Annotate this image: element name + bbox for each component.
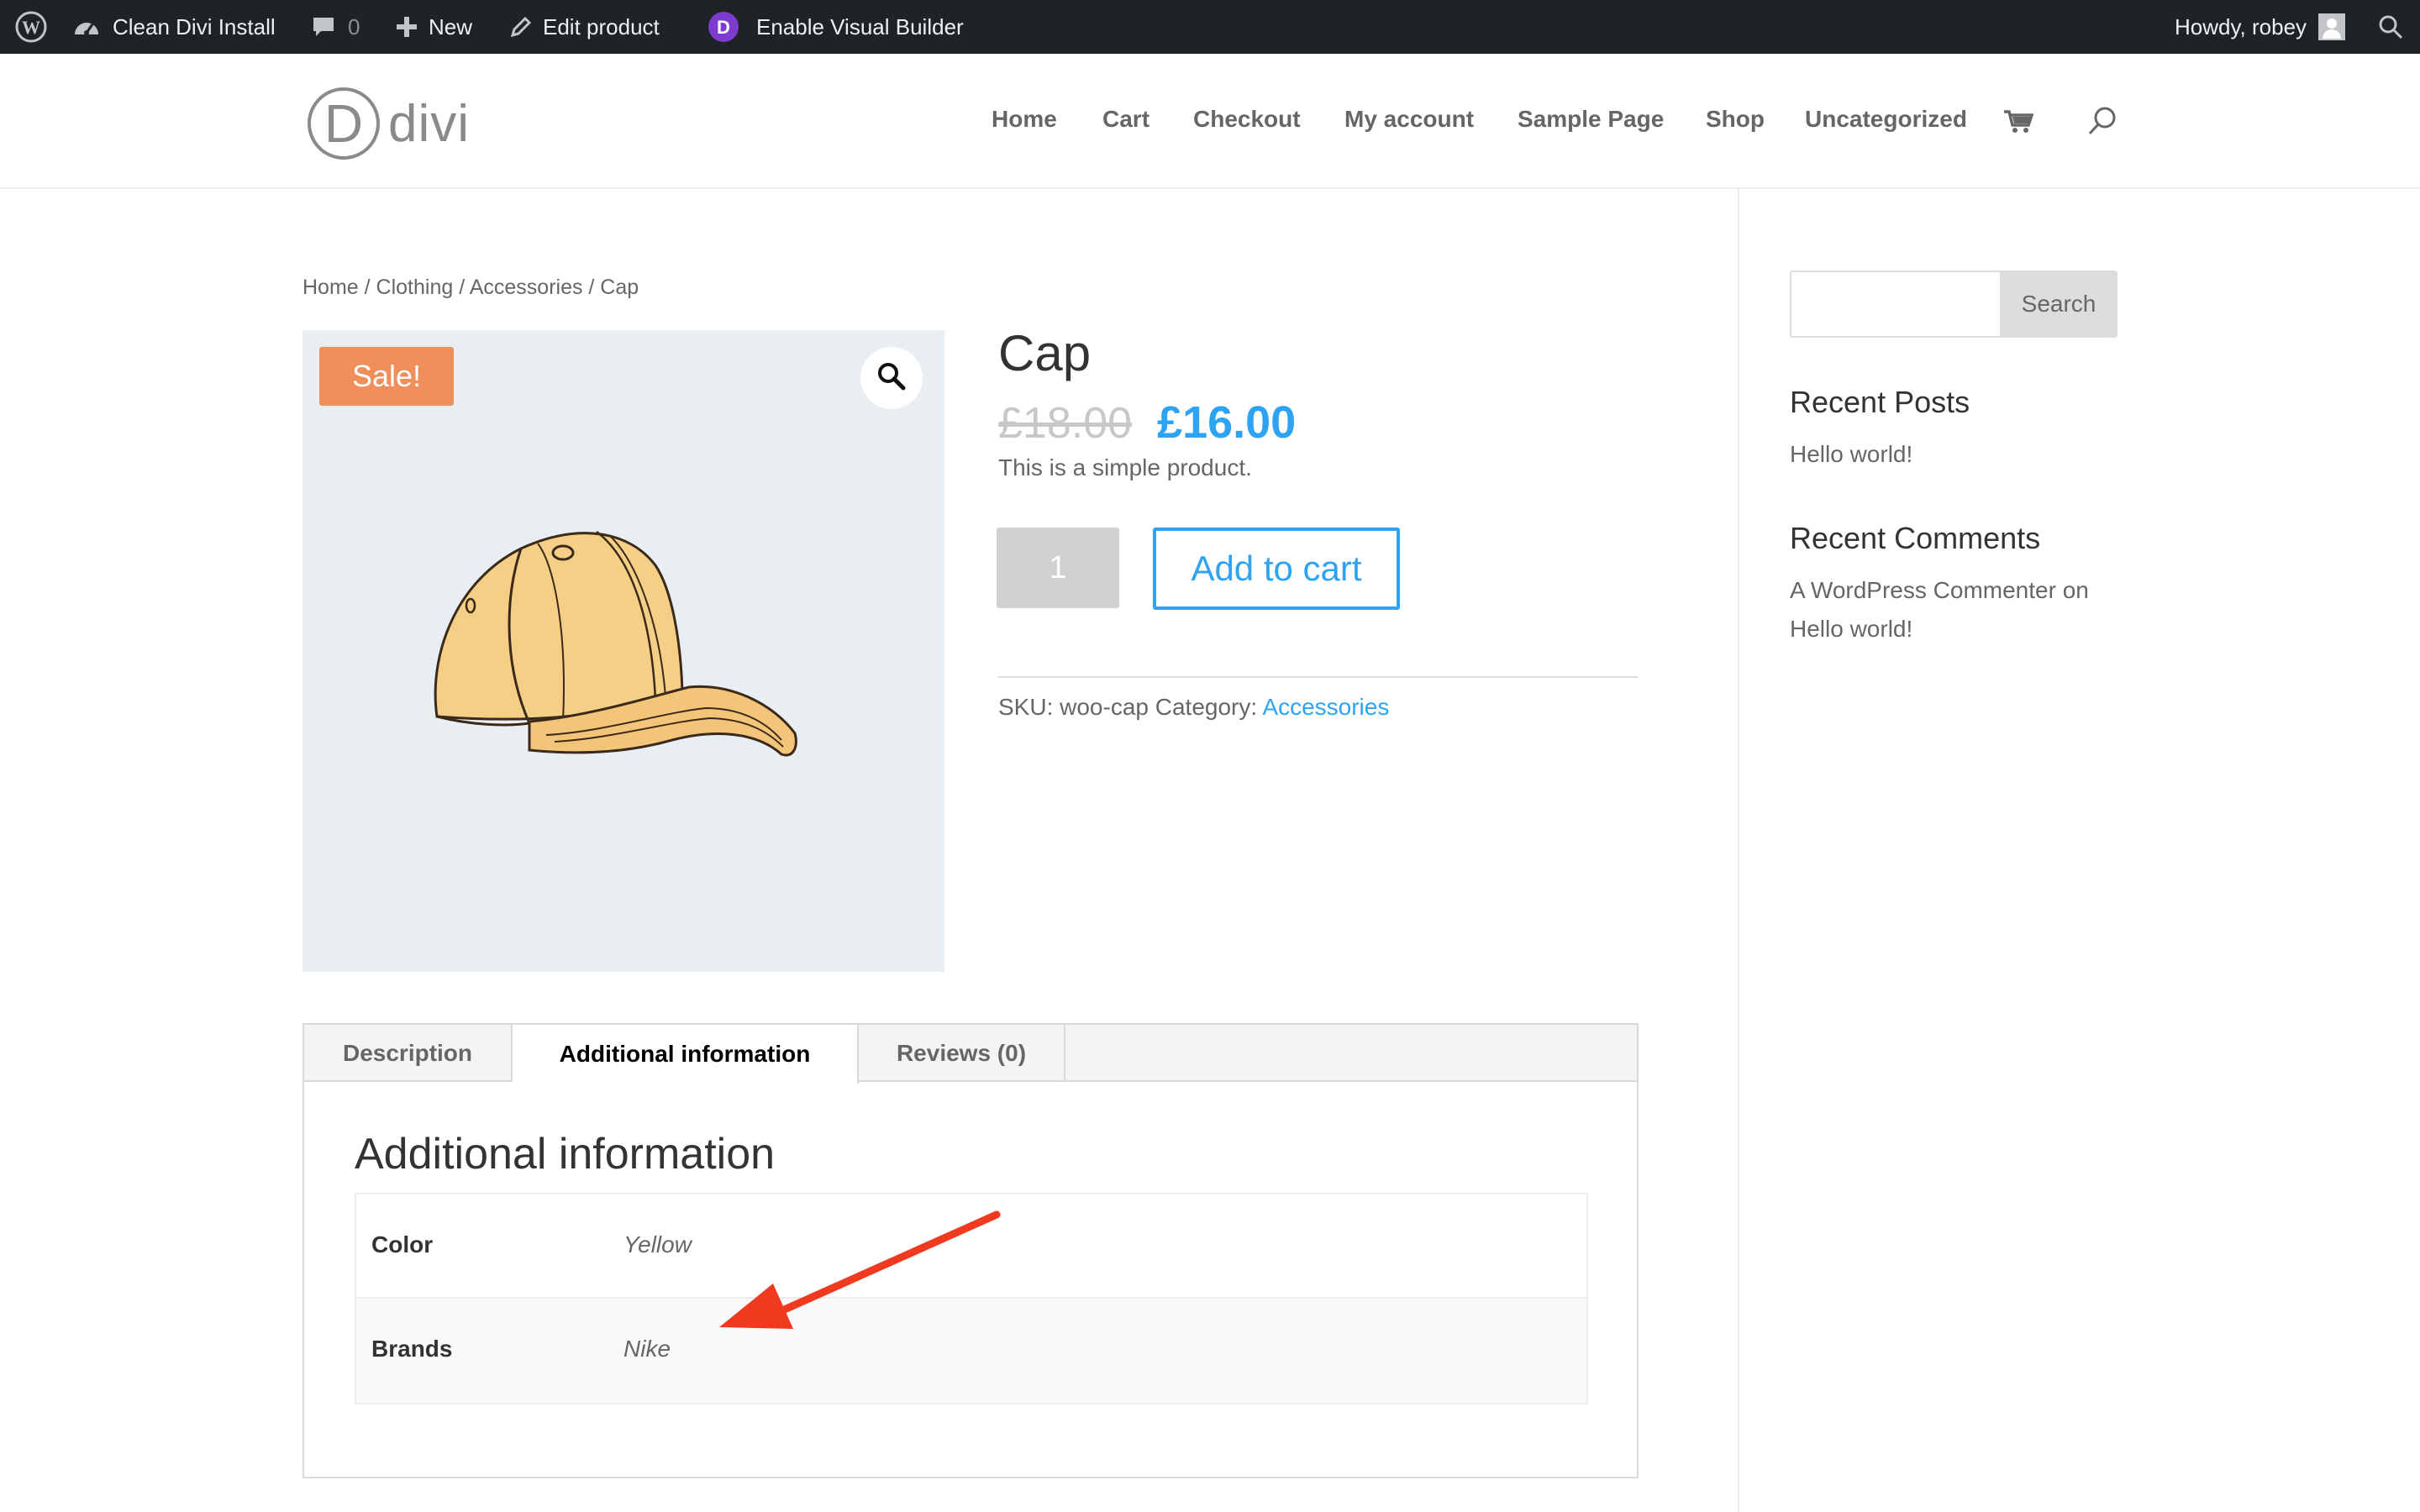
dashboard-icon (72, 14, 101, 39)
sidebar-search-button[interactable]: Search (2000, 270, 2118, 338)
visual-builder-label: Enable Visual Builder (756, 13, 964, 39)
sidebar-divider (1738, 189, 1739, 1512)
magnifier-icon (876, 360, 908, 396)
sidebar-search-input[interactable] (1790, 270, 2002, 338)
plus-icon (395, 15, 418, 39)
quantity-input[interactable]: 1 (997, 528, 1119, 608)
attribute-label: Color (371, 1231, 434, 1257)
svg-text:D: D (717, 17, 730, 38)
annotation-arrow (719, 1210, 1001, 1329)
category-link[interactable]: Accessories (1262, 694, 1389, 720)
category-label: Category: (1155, 694, 1258, 720)
product-image[interactable]: Sale! (302, 330, 944, 972)
tab-additional-information[interactable]: Additional information (513, 1025, 859, 1084)
recent-comment: A WordPress Commenter on (1790, 571, 2089, 610)
nav-checkout[interactable]: Checkout (1193, 104, 1301, 134)
visual-builder-link[interactable]: D Enable Visual Builder (708, 0, 964, 54)
comment-author[interactable]: A WordPress Commenter (1790, 577, 2056, 603)
wordpress-logo-icon[interactable]: W (15, 0, 47, 54)
logo-mark: D (308, 87, 380, 160)
edit-product-label: Edit product (543, 13, 660, 39)
site-name: Clean Divi Install (113, 13, 276, 39)
cart-icon[interactable] (2003, 109, 2034, 139)
sale-badge: Sale! (319, 347, 454, 406)
product-meta: SKU: woo-cap Category: Accessories (998, 694, 1389, 721)
breadcrumb: Home / Clothing / Accessories / Cap (302, 276, 639, 299)
comment-icon (311, 14, 336, 39)
recent-posts-title: Recent Posts (1790, 385, 1970, 419)
svg-text:W: W (22, 17, 40, 38)
comment-on: on (2062, 577, 2089, 603)
attribute-label: Brands (371, 1336, 453, 1362)
avatar (2318, 13, 2346, 40)
howdy-greeting: Howdy, robey (2175, 13, 2307, 39)
comment-post-link[interactable]: Hello world! (1790, 610, 1912, 648)
nav-cart[interactable]: Cart (1102, 104, 1150, 134)
admin-search-icon[interactable] (2378, 0, 2403, 54)
meta-divider (998, 676, 1639, 678)
recent-comments-title: Recent Comments (1790, 521, 2041, 555)
comments-link[interactable]: 0 (311, 0, 360, 54)
attribute-value: Nike (623, 1336, 671, 1362)
sale-price: £16.00 (1157, 397, 1297, 448)
attribute-value: Yellow (623, 1231, 692, 1257)
new-content-link[interactable]: New (395, 0, 472, 54)
nav-my-account[interactable]: My account (1344, 104, 1474, 134)
tab-panel-heading: Additional information (355, 1130, 776, 1179)
site-name-link[interactable]: Clean Divi Install (72, 0, 276, 54)
new-label: New (429, 13, 473, 39)
nav-home[interactable]: Home (992, 104, 1057, 134)
admin-bar: W Clean Divi Install 0 New Edit product … (0, 0, 2420, 54)
tab-reviews[interactable]: Reviews (0) (859, 1025, 1065, 1082)
sku-label: SKU: (998, 694, 1054, 720)
zoom-button[interactable] (860, 347, 923, 409)
divi-d-icon: D (708, 11, 739, 43)
tab-description[interactable]: Description (304, 1025, 513, 1082)
nav-shop[interactable]: Shop (1706, 104, 1765, 134)
comments-count: 0 (348, 13, 360, 39)
add-to-cart-button[interactable]: Add to cart (1153, 528, 1400, 610)
product-title: Cap (998, 325, 1092, 381)
logo-wordmark: divi (388, 94, 471, 153)
cap-illustration (434, 531, 797, 757)
edit-product-link[interactable]: Edit product (509, 0, 660, 54)
tabs-bar: Description Additional information Revie… (304, 1025, 1637, 1084)
sku-value: woo-cap (1060, 694, 1149, 720)
price: £18.00 £16.00 (998, 396, 1296, 449)
search-icon[interactable] (2087, 106, 2118, 140)
site-header: D divi Home Cart Checkout My account Sam… (0, 54, 2420, 189)
nav-uncategorized[interactable]: Uncategorized (1805, 104, 1967, 134)
site-logo[interactable]: D divi (308, 86, 470, 161)
recent-post-link[interactable]: Hello world! (1790, 435, 1912, 474)
regular-price: £18.00 (998, 399, 1133, 448)
my-account-menu[interactable]: Howdy, robey (2175, 0, 2346, 54)
short-description: This is a simple product. (998, 454, 1252, 480)
pencil-icon (509, 15, 533, 39)
nav-sample-page[interactable]: Sample Page (1518, 104, 1664, 134)
